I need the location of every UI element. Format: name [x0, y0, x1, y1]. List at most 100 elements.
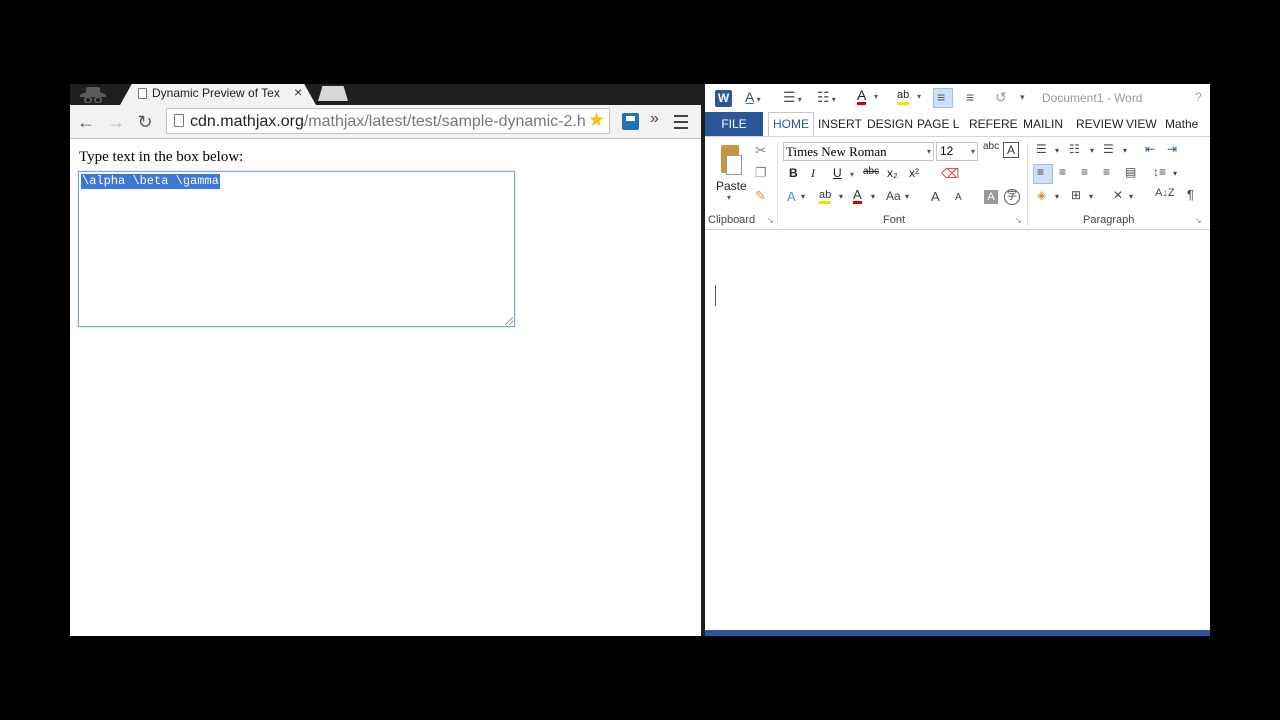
eraser-icon[interactable]: ⌫	[941, 166, 959, 182]
line-spacing-dropdown-icon[interactable]: ▾	[1173, 169, 1177, 178]
back-icon[interactable]: ←	[74, 110, 98, 134]
character-border-icon[interactable]: A	[1003, 142, 1019, 158]
font-color-qat-icon[interactable]: A	[857, 88, 867, 105]
highlight-qat-icon[interactable]: ab	[897, 89, 910, 105]
numbering-dropdown-icon[interactable]: ▾	[1090, 146, 1094, 155]
align-right-icon[interactable]: ≡	[1081, 165, 1088, 179]
tab-view[interactable]: VIEW	[1126, 112, 1157, 137]
multilevel-qat-icon[interactable]: ☷ ▾	[817, 89, 836, 106]
show-marks-button[interactable]: ¶	[1187, 187, 1194, 202]
tab-references[interactable]: REFERE	[969, 112, 1018, 137]
align-center-icon[interactable]: ≡	[1059, 165, 1066, 179]
italic-button[interactable]: I	[811, 166, 815, 181]
tab-page-layout[interactable]: PAGE L	[917, 112, 959, 137]
line-spacing-icon[interactable]: ↕≡	[1153, 165, 1166, 179]
undo-qat-icon[interactable]: ↺	[995, 89, 1007, 106]
reload-icon[interactable]: ↻	[133, 110, 157, 134]
font-color-qat-dropdown-icon[interactable]: ▾	[874, 92, 878, 101]
new-tab-button[interactable]	[318, 86, 348, 101]
tab-math[interactable]: Mathe	[1165, 112, 1198, 137]
bullets-icon[interactable]: ☰	[1036, 142, 1047, 156]
word-logo-icon: W	[715, 90, 732, 107]
highlight-color-icon[interactable]: ab	[819, 189, 832, 204]
forward-icon[interactable]: →	[104, 110, 128, 134]
url-text[interactable]: cdn.mathjax.org/mathjax/latest/test/samp…	[190, 113, 586, 131]
bold-button[interactable]: B	[789, 166, 798, 180]
sort-icon[interactable]: A↓Z	[1155, 187, 1175, 199]
bullets-qat-icon[interactable]: ☰ ▾	[783, 89, 802, 106]
highlight-qat-dropdown-icon[interactable]: ▾	[917, 92, 921, 101]
shading-icon[interactable]: ◈	[1037, 188, 1046, 202]
bookmark-star-icon[interactable]: ★	[588, 109, 605, 132]
shrink-font-button[interactable]: A	[955, 192, 962, 203]
paste-dropdown-icon[interactable]: ▾	[727, 193, 731, 202]
textarea-selected-text[interactable]: \alpha \beta \gamma	[81, 174, 220, 189]
underline-dropdown-icon[interactable]: ▾	[850, 170, 854, 179]
format-painter-icon[interactable]: ✎	[755, 188, 766, 204]
tab-home[interactable]: HOME	[768, 112, 814, 137]
tab-file[interactable]: FILE	[705, 112, 763, 137]
tab-close-icon[interactable]: ×	[294, 84, 302, 100]
font-family-select[interactable]: Times New Roman ▾	[783, 142, 934, 161]
font-color-dropdown-icon[interactable]: ▾	[871, 192, 875, 201]
text-effects-dropdown-icon[interactable]: ▾	[801, 192, 805, 201]
asian-layout-icon[interactable]: ✕	[1113, 188, 1123, 202]
font-style-icon[interactable]: A̲ ▾	[745, 89, 761, 105]
page-favicon-icon	[138, 88, 147, 99]
grow-font-button[interactable]: A	[931, 189, 940, 204]
help-icon[interactable]: ?	[1195, 90, 1202, 104]
customize-qat-icon[interactable]: ▾	[1020, 92, 1025, 103]
borders-dropdown-icon[interactable]: ▾	[1089, 192, 1093, 201]
align-left-icon: ≡	[1037, 165, 1045, 179]
font-size-select[interactable]: 12 ▾	[936, 142, 978, 161]
multilevel-dropdown-icon[interactable]: ▾	[1123, 146, 1127, 155]
asian-layout-dropdown-icon[interactable]: ▾	[1129, 192, 1133, 201]
multilevel-list-icon[interactable]: ☰	[1103, 142, 1114, 156]
change-case-dropdown-icon[interactable]: ▾	[905, 192, 909, 201]
font-color-button[interactable]: A	[853, 188, 862, 204]
strikethrough-button[interactable]: abc	[863, 166, 879, 177]
font-group-label: Font	[883, 214, 906, 226]
tex-input-textarea[interactable]	[78, 171, 515, 327]
paste-icon[interactable]	[717, 145, 743, 177]
distributed-icon[interactable]: ▤	[1125, 165, 1136, 179]
copy-icon[interactable]: ❐	[755, 165, 767, 181]
borders-icon[interactable]: ⊞	[1071, 188, 1081, 202]
increase-indent-icon[interactable]: ⇥	[1167, 142, 1177, 156]
tab-mailings[interactable]: MAILIN	[1023, 112, 1063, 137]
font-launcher-icon[interactable]: ↘	[1015, 216, 1022, 225]
tab-insert[interactable]: INSERT	[818, 112, 862, 137]
incognito-icon	[80, 87, 106, 103]
tab-review[interactable]: REVIEW	[1076, 112, 1123, 137]
text-effects-button[interactable]: A	[787, 189, 796, 204]
change-case-button[interactable]: Aa	[886, 189, 901, 203]
enclose-characters-icon[interactable]: 字	[1004, 189, 1020, 205]
shading-dropdown-icon[interactable]: ▾	[1055, 192, 1059, 201]
bullets-dropdown-icon[interactable]: ▾	[1055, 146, 1059, 155]
clipboard-group-label: Clipboard	[708, 214, 756, 226]
decrease-indent-icon[interactable]: ⇤	[1145, 142, 1155, 156]
paste-button-label[interactable]: Paste	[716, 179, 747, 193]
subscript-button[interactable]: x₂	[887, 166, 898, 180]
align-left-qat-icon: ≡	[937, 89, 946, 105]
font-size-value: 12	[940, 144, 954, 158]
justify-qat-icon[interactable]: ≡	[966, 89, 974, 105]
chrome-menu-icon[interactable]	[674, 115, 688, 129]
resize-grip-icon[interactable]	[505, 317, 513, 325]
clear-formatting-icon[interactable]: abc	[983, 141, 999, 152]
cut-icon[interactable]: ✂	[755, 142, 767, 159]
document-canvas[interactable]	[705, 230, 1210, 630]
highlight-dropdown-icon[interactable]: ▾	[839, 192, 843, 201]
word-window: W A̲ ▾ ☰ ▾ ☷ ▾ A ▾ ab ▾ ≡ ≡ ↺ ▾ Document…	[705, 84, 1210, 636]
superscript-button[interactable]: x²	[909, 166, 919, 180]
numbering-icon[interactable]: ☷	[1069, 142, 1080, 156]
extension-save-icon[interactable]	[622, 113, 639, 130]
underline-button[interactable]: U	[833, 166, 842, 180]
clipboard-launcher-icon[interactable]: ↘	[767, 216, 774, 225]
justify-icon[interactable]: ≡	[1103, 165, 1110, 179]
tab-design[interactable]: DESIGN	[867, 112, 913, 137]
extensions-overflow-icon[interactable]: »	[650, 110, 659, 128]
group-separator	[777, 142, 778, 226]
character-shading-icon[interactable]: A	[984, 190, 998, 204]
paragraph-launcher-icon[interactable]: ↘	[1195, 216, 1202, 225]
